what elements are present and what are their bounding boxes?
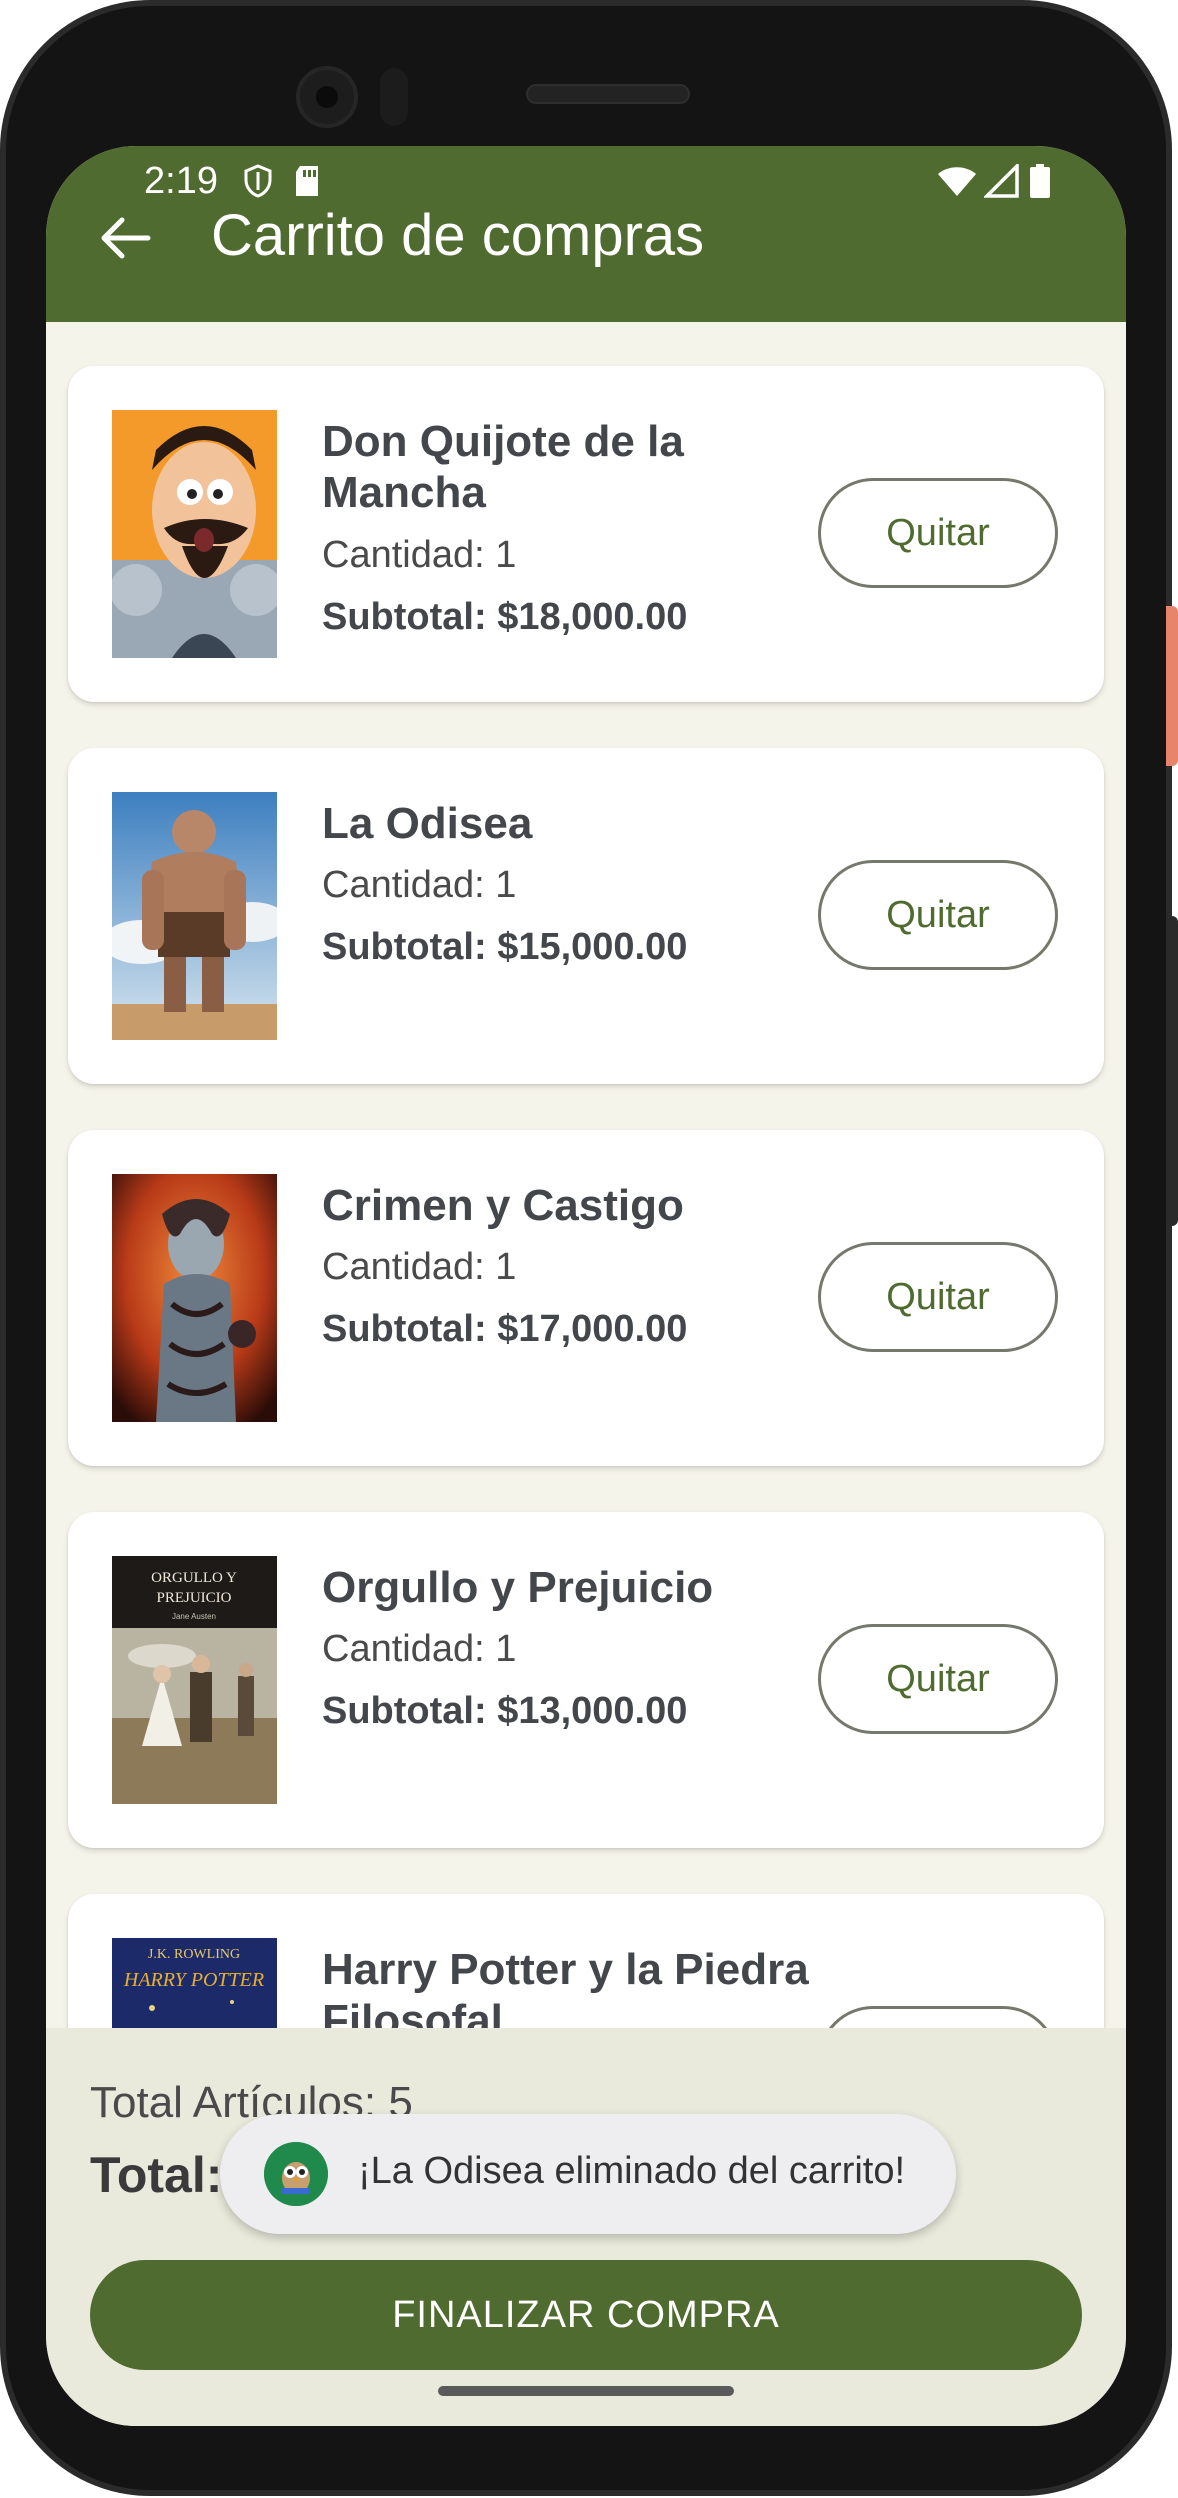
app-bar: 2:19 Carrito de compras [46, 146, 1126, 322]
book-title: La Odisea [322, 799, 533, 848]
item-subtotal: Subtotal: $13,000.00 [322, 1690, 688, 1732]
toast-notification: ¡La Odisea eliminado del carrito! [220, 2114, 956, 2234]
item-subtotal: Subtotal: $17,000.00 [322, 1308, 688, 1350]
book-title: Don Quijote de la Mancha [322, 417, 684, 517]
cart-list[interactable]: Don Quijote de la Mancha Cantidad: 1 Sub… [46, 322, 1126, 2174]
cover-title-line2: PREJUICIO [156, 1590, 231, 1606]
remove-button[interactable]: Quitar [818, 478, 1058, 588]
item-subtotal: Subtotal: $15,000.00 [322, 926, 688, 968]
battery-icon [1030, 164, 1050, 198]
cover-title: HARRY POTTER [123, 1969, 264, 1991]
home-indicator[interactable] [438, 2386, 734, 2396]
arrow-left-icon[interactable] [94, 206, 158, 270]
cover-author: J.K. ROWLING [148, 1947, 240, 1962]
item-quantity: Cantidad: 1 [322, 1628, 517, 1670]
book-cover-la-odisea [112, 792, 277, 1040]
book-title: Orgullo y Prejuicio [322, 1563, 714, 1612]
remove-button[interactable]: Quitar [818, 860, 1058, 970]
power-button [1166, 916, 1178, 1226]
item-quantity: Cantidad: 1 [322, 1246, 517, 1288]
total-label: Total: [90, 2147, 223, 2203]
front-camera [296, 66, 358, 128]
volume-button [1166, 606, 1178, 766]
cart-item: Crimen y Castigo Cantidad: 1 Subtotal: $… [68, 1130, 1104, 1466]
book-title: Crimen y Castigo [322, 1181, 684, 1230]
item-quantity: Cantidad: 1 [322, 864, 517, 906]
page-title: Carrito de compras [211, 203, 705, 268]
remove-button[interactable]: Quitar [818, 1242, 1058, 1352]
owl-app-icon [264, 2142, 328, 2206]
item-subtotal: Subtotal: $18,000.00 [322, 596, 688, 638]
book-cover-don-quijote [112, 410, 277, 658]
cart-item: ORGULLO Y PREJUICIO Jane Austen Orgullo … [68, 1512, 1104, 1848]
shield-icon [244, 164, 272, 198]
status-time: 2:19 [144, 160, 218, 202]
cover-author: Jane Austen [172, 1612, 216, 1621]
proximity-sensor [380, 68, 408, 126]
signal-icon [984, 164, 1019, 198]
remove-button[interactable]: Quitar [818, 1624, 1058, 1734]
cover-title-line1: ORGULLO Y [151, 1570, 237, 1586]
earpiece-speaker [526, 84, 690, 104]
item-quantity: Cantidad: 1 [322, 534, 517, 576]
wifi-icon [938, 167, 976, 196]
book-cover-crimen-y-castigo [112, 1174, 277, 1422]
checkout-button[interactable]: FINALIZAR COMPRA [90, 2260, 1082, 2370]
cart-item: Don Quijote de la Mancha Cantidad: 1 Sub… [68, 366, 1104, 702]
book-cover-orgullo-y-prejuicio: ORGULLO Y PREJUICIO Jane Austen [112, 1556, 277, 1804]
toast-message: ¡La Odisea eliminado del carrito! [358, 2150, 906, 2192]
screen: 2:19 Carrito de compras Don Quijote de l… [46, 146, 1126, 2426]
sd-card-icon [296, 166, 318, 196]
cart-item: La Odisea Cantidad: 1 Subtotal: $15,000.… [68, 748, 1104, 1084]
